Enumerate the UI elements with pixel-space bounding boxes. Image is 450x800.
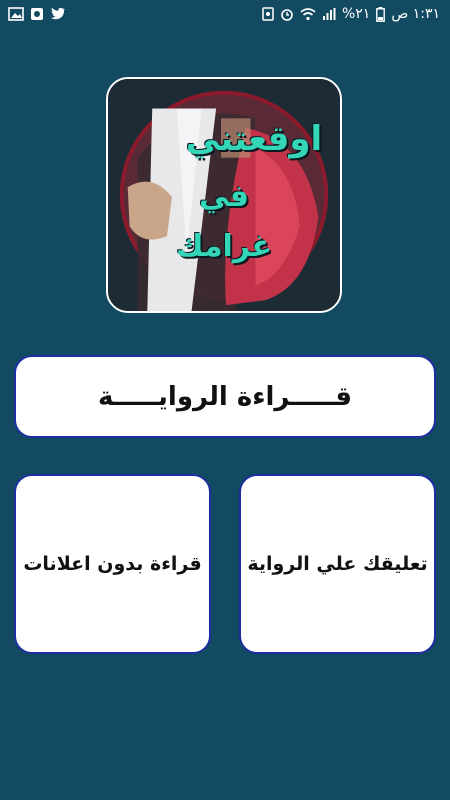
status-bar: %٢١ ١:٣١ ص: [0, 0, 450, 30]
alarm-icon: [280, 6, 294, 22]
comment-on-novel-button[interactable]: تعليقك علي الرواية: [239, 474, 436, 654]
notification-icon: [30, 6, 44, 22]
image-icon: [8, 6, 24, 22]
read-novel-button[interactable]: قـــــراءة الروايـــــة: [14, 355, 436, 438]
cover-title-line3: غرامك: [176, 229, 272, 264]
wifi-icon: [300, 6, 316, 22]
status-notifications: [8, 6, 66, 22]
signal-icon: [322, 6, 336, 22]
cover-title-line1: اوقعتني: [185, 119, 323, 159]
cover-title-line2: في: [199, 179, 249, 214]
book-cover: اوقعتني في غرامك: [106, 77, 342, 313]
status-time: ١:٣١ ص: [391, 6, 440, 22]
read-without-ads-button[interactable]: قراءة بدون اعلانات: [14, 474, 211, 654]
status-system: %٢١ ١:٣١ ص: [262, 6, 440, 22]
battery-icon: [376, 6, 386, 22]
twitter-icon: [50, 6, 66, 22]
app-notification-icon: [262, 6, 274, 22]
battery-percentage: %٢١: [341, 6, 371, 22]
